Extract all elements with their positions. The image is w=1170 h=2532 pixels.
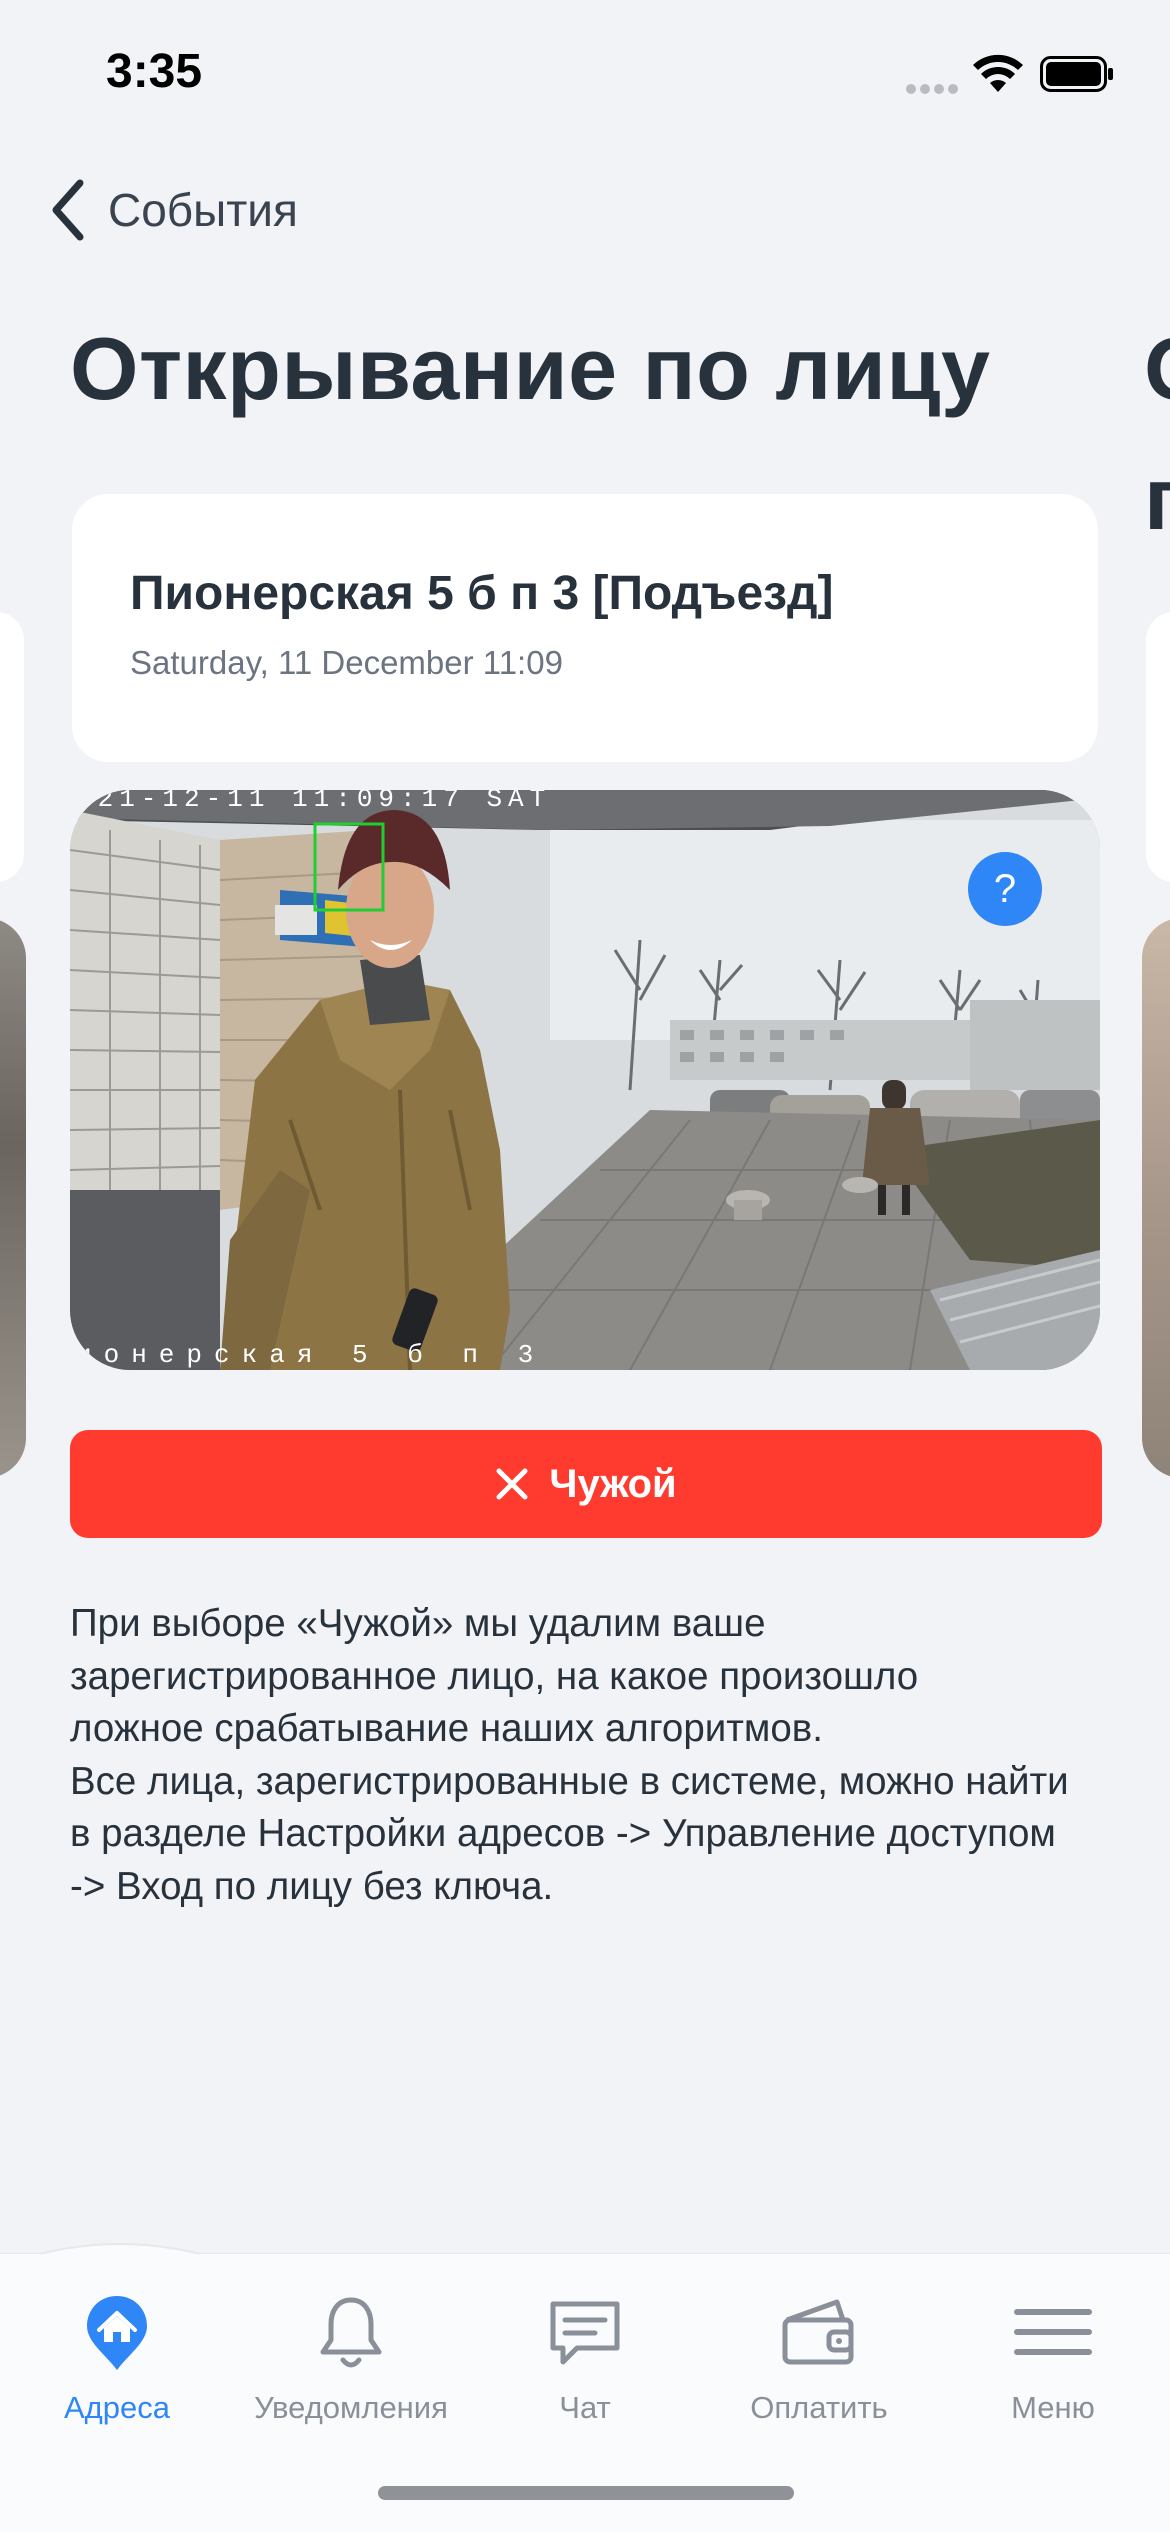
description-line: зарегистрированное лицо, на какое произо… [70,1654,919,1698]
previous-event-photo-peek[interactable] [0,918,26,1478]
status-time: 3:35 [106,45,203,98]
page-title: Открывание по лицу [70,319,991,418]
description-line: -> Вход по лицу без ключа. [70,1864,554,1908]
tab-notifications[interactable]: Уведомления [234,2290,468,2440]
tab-label: Меню [1011,2390,1095,2425]
tab-label: Оплатить [750,2390,888,2425]
tab-label: Уведомления [254,2390,448,2425]
wifi-icon [973,54,1023,92]
wallet-icon [782,2299,854,2365]
stranger-description: При выборе «Чужой» мы удалим ваше зареги… [70,1598,1130,1913]
chat-icon [550,2301,620,2365]
description-line: Все лица, зарегистрированные в системе, … [70,1759,1069,1803]
event-date: Saturday, 11 December 11:09 [130,644,563,681]
description-line: ложное срабатывание наших алгоритмов. [70,1707,823,1750]
menu-icon [1014,2309,1092,2355]
tab-addresses[interactable]: Адреса [0,2290,234,2440]
back-button[interactable]: События [44,172,298,248]
next-event-photo-peek[interactable] [1142,918,1170,1478]
battery-icon [1040,56,1113,92]
stranger-button[interactable]: Чужой [70,1430,1102,1538]
camera-snapshot[interactable]: 021-12-11 11:09:17 SAT ионерская 5 б п 3 [70,790,1100,1370]
previous-event-card-peek[interactable] [0,612,24,882]
description-line: При выборе «Чужой» мы удалим ваше [70,1602,766,1645]
tab-label: Адреса [64,2390,170,2425]
close-icon [496,1468,528,1500]
help-button[interactable]: ? [968,852,1042,926]
event-address: Пионерская 5 б п 3 [Подъезд] [130,567,834,620]
status-bar: 3:35 [0,0,1170,150]
stranger-button-label: Чужой [549,1461,677,1506]
camera-label: ионерская 5 б п 3 [76,1340,545,1370]
next-page-title-peek: О [1144,318,1170,420]
tab-menu[interactable]: Меню [936,2290,1170,2440]
home-indicator[interactable] [378,2486,794,2500]
camera-timestamp: 021-12-11 11:09:17 SAT [76,790,551,814]
camera-snapshot-image: 021-12-11 11:09:17 SAT ионерская 5 б п 3 [70,790,1100,1370]
home-pin-icon [87,2296,147,2370]
event-info-card: Пионерская 5 б п 3 [Подъезд] Saturday, 1… [72,494,1098,762]
description-line: в разделе Настройки адресов -> Управлени… [70,1812,1056,1855]
bell-icon [320,2297,382,2368]
tab-label: Чат [559,2390,611,2425]
next-page-title-peek-line2: п [1144,448,1170,550]
tab-chat[interactable]: Чат [468,2290,702,2440]
tab-pay[interactable]: Оплатить [702,2290,936,2440]
next-event-card-peek[interactable] [1146,612,1170,882]
back-label: События [108,184,298,236]
chevron-left-icon [52,179,84,241]
signal-icon [906,84,958,94]
